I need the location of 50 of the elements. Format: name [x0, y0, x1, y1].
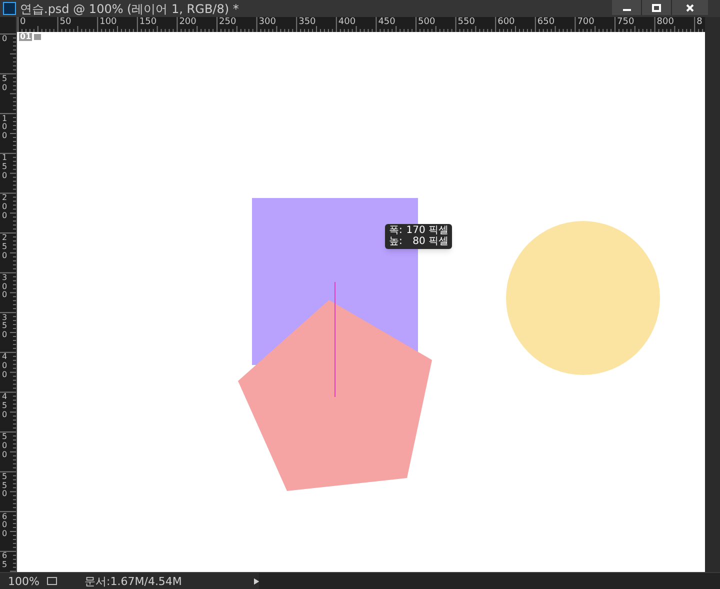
ruler-label: 200 — [179, 18, 196, 27]
ruler-label: 65 — [2, 552, 8, 570]
tooltip-unit: 픽셀 — [428, 226, 448, 236]
ruler-label: 300 — [258, 18, 276, 27]
ruler-label: 0 — [2, 35, 8, 44]
maximize-button[interactable] — [642, 0, 672, 15]
export-icon[interactable] — [47, 577, 57, 585]
close-icon — [686, 4, 694, 12]
ruler-label: 150 — [2, 154, 8, 181]
ruler-label: 550 — [2, 472, 8, 500]
ruler-label: 50 — [60, 18, 72, 27]
tooltip-label: 높: — [389, 237, 402, 247]
slice-number: 01 — [19, 33, 32, 41]
ruler-label: 400 — [338, 18, 356, 27]
app-icon — [3, 2, 16, 15]
ruler-label: 100 — [2, 114, 8, 141]
ruler-label: 450 — [2, 393, 8, 420]
zoom-level: 100% — [8, 576, 40, 586]
ruler-label: 50 — [2, 74, 8, 92]
ruler-label: 550 — [458, 18, 475, 27]
ruler-label: 650 — [537, 18, 555, 27]
ruler-label: 500 — [2, 433, 8, 460]
ruler-label: 450 — [378, 18, 396, 27]
tooltip-value: 170 — [405, 226, 426, 236]
ruler-label: 400 — [2, 353, 8, 380]
ruler-label: 300 — [2, 274, 8, 300]
window-title: 연습.psd @ 100% (레이어 1, RGB/8) * — [20, 2, 239, 14]
ruler-label: 700 — [577, 18, 594, 27]
ruler-label: 8 — [696, 18, 702, 27]
document-info: 문서:1.67M/4.54M — [84, 576, 182, 586]
tooltip-value: 80 — [412, 237, 426, 247]
ruler-label: 250 — [2, 234, 8, 260]
ruler-label: 250 — [219, 18, 236, 27]
ruler-label: 750 — [617, 18, 634, 27]
ruler-label: 600 — [498, 18, 515, 27]
close-button[interactable] — [672, 0, 708, 15]
ruler-label: 100 — [100, 18, 117, 27]
minimize-button[interactable] — [612, 0, 642, 15]
ruler-label: 150 — [139, 18, 157, 27]
ruler-label: 600 — [2, 512, 8, 539]
ruler-label: 0 — [20, 18, 26, 27]
tooltip-unit: 픽셀 — [428, 237, 448, 247]
minimize-icon — [622, 9, 630, 11]
ruler-label: 350 — [2, 314, 8, 340]
maximize-icon — [652, 4, 661, 12]
ruler-label: 350 — [298, 18, 316, 27]
ruler-label: 200 — [2, 194, 8, 221]
ruler-label: 800 — [656, 18, 674, 27]
tooltip-label: 폭: — [389, 226, 402, 236]
ruler-label: 500 — [418, 18, 436, 27]
